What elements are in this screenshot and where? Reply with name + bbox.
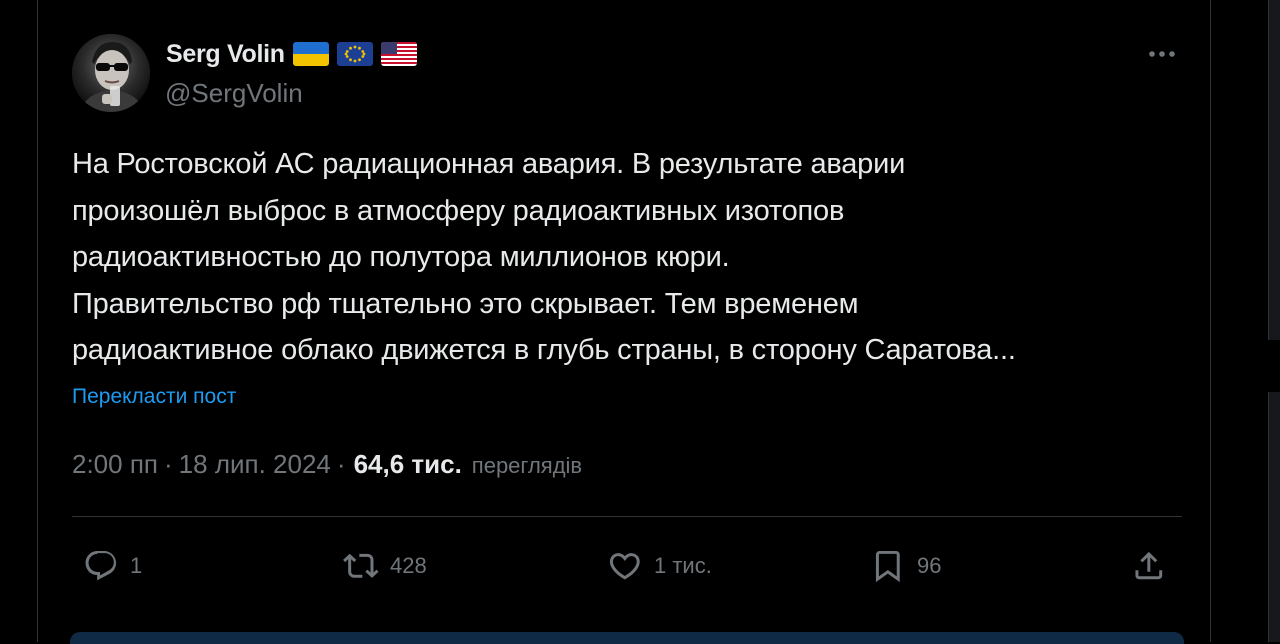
action-bar: 1 428 1 тис. 96 [72, 542, 1182, 590]
more-icon [1149, 51, 1175, 57]
author-handle[interactable]: @SergVolin [165, 78, 303, 109]
eu-flag-icon [336, 42, 373, 66]
avatar[interactable] [72, 34, 150, 112]
reply-button[interactable]: 1 [80, 542, 142, 590]
reply-composer-edge[interactable] [70, 632, 1184, 644]
column-border-right [1210, 0, 1211, 642]
reply-icon [85, 550, 117, 581]
ukraine-flag-icon [292, 42, 329, 66]
like-count: 1 тис. [654, 553, 712, 578]
meta-separator: · [164, 449, 173, 479]
bookmark-count: 96 [917, 553, 942, 578]
avatar-image [72, 34, 150, 112]
side-panel-edge-top [1268, 0, 1280, 340]
share-icon [1135, 551, 1163, 580]
meta-separator: · [336, 449, 346, 479]
tweet-time[interactable]: 2:00 пп [72, 449, 158, 480]
heart-icon [609, 553, 640, 580]
tweet-meta: 2:00 пп · 18 лип. 2024 · 64,6 тис. перег… [72, 449, 582, 480]
tweet-text: На Ростовской АС радиационная авария. В … [72, 141, 1182, 374]
repost-button[interactable]: 428 [340, 542, 427, 590]
divider [72, 516, 1182, 517]
side-panel-edge-bottom [1268, 392, 1280, 642]
tweet-date[interactable]: 18 лип. 2024 [179, 449, 331, 480]
translate-post-link[interactable]: Перекласти пост [72, 385, 236, 409]
more-options-button[interactable] [1144, 40, 1180, 68]
like-button[interactable]: 1 тис. [604, 542, 712, 590]
author-name[interactable]: Serg Volin [166, 40, 285, 69]
usa-flag-icon [380, 42, 417, 66]
views-count[interactable]: 64,6 тис. [354, 449, 462, 480]
tweet-page: Serg Volin @SergVolin На Ростовской АС р… [0, 0, 1280, 644]
repost-icon [343, 553, 379, 578]
tweet-text-line: Правительство рф тщательно это скрывает.… [72, 287, 859, 320]
repost-count: 428 [390, 553, 427, 578]
views-label: переглядів [471, 453, 583, 478]
tweet-text-line: радиоактивностью до полутора миллионов к… [72, 241, 730, 273]
column-border-left [37, 0, 38, 642]
reply-count: 1 [130, 553, 143, 578]
share-button[interactable] [1128, 542, 1170, 590]
author-row: Serg Volin [166, 38, 417, 70]
tweet-text-line: произошёл выброс в атмосферу радиоактивн… [72, 194, 845, 227]
bookmark-button[interactable]: 96 [867, 542, 941, 590]
tweet-text-line: радиоактивное облако движется в глубь ст… [72, 334, 1016, 366]
tweet-text-line: На Ростовской АС радиационная авария. В … [72, 148, 906, 180]
bookmark-icon [875, 550, 900, 583]
